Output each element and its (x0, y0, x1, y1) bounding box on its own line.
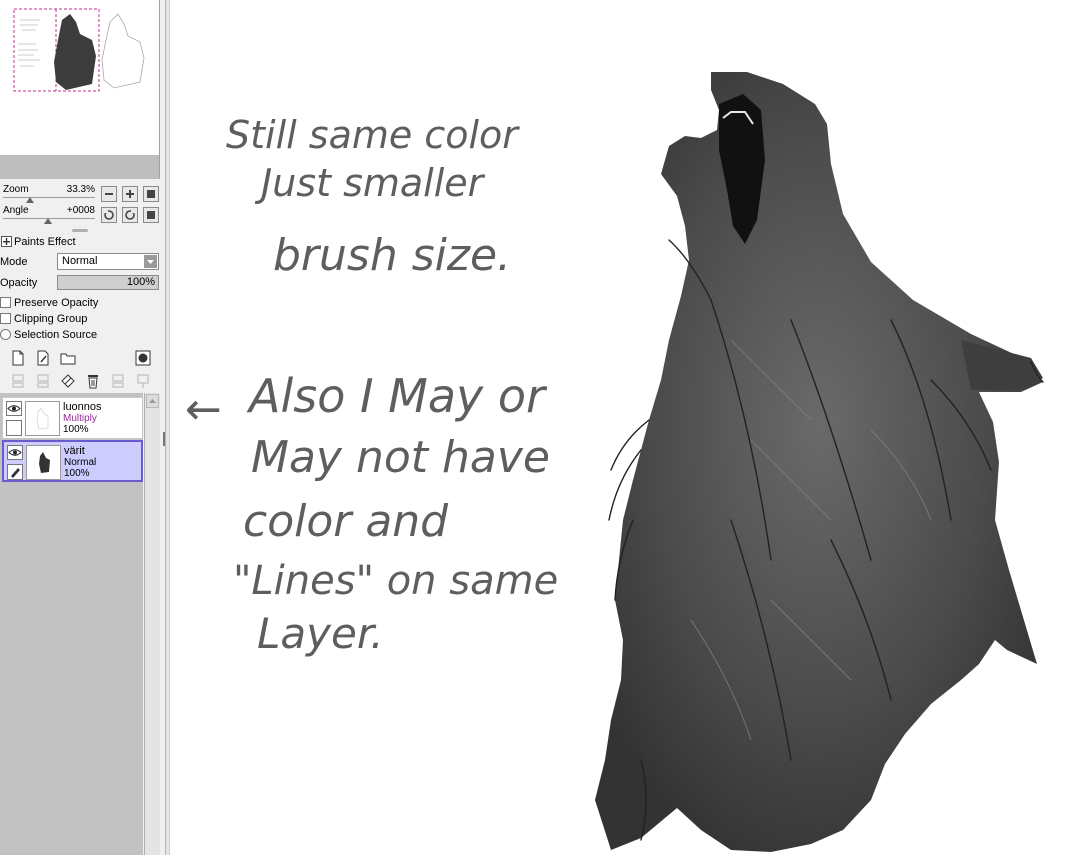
scroll-up-button[interactable] (146, 394, 159, 408)
preserve-opacity-label[interactable]: Preserve Opacity (14, 295, 98, 311)
layer-edit-toggle[interactable] (6, 420, 22, 436)
angle-slider[interactable]: Angle +0008 (0, 205, 98, 225)
opacity-value: 100% (126, 276, 155, 288)
eye-icon (7, 405, 21, 412)
note-line-4: Also I May or (246, 369, 548, 423)
zoom-in-button[interactable] (122, 186, 138, 202)
rotate-right-button[interactable] (122, 207, 138, 223)
angle-label: Angle (3, 205, 29, 216)
layer-list[interactable]: luonnos Multiply 100% värit Normal 100% (0, 393, 143, 855)
angle-reset-button[interactable] (143, 207, 159, 223)
merge-visible-icon (112, 374, 124, 388)
drawing-canvas[interactable]: Still same color Just smaller brush size… (171, 0, 1067, 855)
layer-blend-mode: Multiply (63, 413, 97, 424)
selection-source-radio[interactable] (0, 329, 11, 340)
merge-down-icon (37, 374, 49, 388)
zoom-value: 33.3% (66, 184, 95, 195)
blend-mode-select[interactable]: Normal (57, 253, 159, 270)
note-line-1: Still same color (226, 113, 520, 157)
layer-item-varit[interactable]: värit Normal 100% (2, 440, 143, 482)
paints-effect-label[interactable]: Paints Effect (14, 234, 76, 250)
layer-blend-mode: Normal (64, 457, 97, 468)
zoom-thumb[interactable] (26, 197, 34, 203)
plus-icon (126, 190, 134, 198)
note-line-2: Just smaller (254, 161, 486, 205)
layer-visibility-toggle[interactable] (7, 445, 23, 460)
mode-label: Mode (0, 256, 28, 268)
layer-edit-toggle[interactable] (7, 464, 23, 480)
new-folder-icon[interactable] (60, 351, 76, 365)
rotate-right-icon (125, 210, 135, 220)
new-linework-layer-icon[interactable] (35, 350, 51, 366)
layer-thumbnail (26, 445, 61, 480)
zoom-slider[interactable]: Zoom 33.3% (0, 184, 98, 204)
trash-icon[interactable] (85, 373, 101, 389)
rotate-left-icon (104, 210, 114, 220)
square-icon (147, 190, 155, 198)
clear-layer-icon[interactable] (60, 373, 76, 389)
opacity-label: Opacity (0, 277, 38, 289)
note-line-5: May not have (251, 432, 550, 483)
chevron-down-icon[interactable] (144, 255, 157, 268)
layer-item-luonnos[interactable]: luonnos Multiply 100% (2, 397, 143, 439)
wolf-illustration (595, 72, 1044, 852)
layer-thumbnail (25, 401, 60, 436)
panel-splitter[interactable] (72, 229, 88, 232)
note-line-3: brush size. (273, 230, 511, 281)
angle-thumb[interactable] (44, 218, 52, 224)
layer-opacity: 100% (64, 468, 90, 479)
layer-name: luonnos (63, 401, 102, 413)
panel-divider[interactable] (165, 0, 170, 855)
apply-mask-icon (137, 374, 149, 388)
preserve-opacity-checkbox[interactable] (0, 297, 11, 308)
layer-mask-icon[interactable] (135, 350, 151, 366)
transfer-down-icon (12, 374, 24, 388)
blend-mode-value: Normal (62, 255, 98, 267)
layer-list-scrollbar[interactable] (144, 393, 160, 855)
square-icon (147, 211, 155, 219)
expand-plus-icon[interactable] (1, 236, 12, 247)
note-line-8: Layer. (257, 609, 384, 658)
navigator-thumbnail[interactable] (0, 0, 159, 155)
layer-name: värit (64, 445, 85, 457)
navigator-preview[interactable] (0, 0, 160, 155)
chevron-up-icon (149, 399, 156, 403)
layer-opacity: 100% (63, 424, 89, 435)
tool-panel: Zoom 33.3% Angle +0008 Paints Effect Mod… (0, 0, 165, 855)
zoom-reset-button[interactable] (143, 186, 159, 202)
angle-value: +0008 (66, 205, 95, 216)
artwork: Still same color Just smaller brush size… (185, 72, 1044, 852)
navigator-bottom-bar (0, 155, 160, 179)
layer-visibility-toggle[interactable] (6, 401, 22, 416)
zoom-out-button[interactable] (101, 186, 117, 202)
zoom-label: Zoom (3, 184, 29, 195)
pencil-icon (11, 468, 20, 478)
eye-icon (8, 449, 22, 456)
note-line-6: color and (243, 496, 449, 547)
rotate-left-button[interactable] (101, 207, 117, 223)
opacity-slider[interactable]: 100% (57, 275, 159, 290)
note-line-7: "Lines" on same (233, 558, 558, 604)
selection-source-label[interactable]: Selection Source (14, 327, 97, 343)
minus-icon (105, 193, 113, 195)
zoom-track[interactable] (3, 197, 95, 198)
clipping-group-label[interactable]: Clipping Group (14, 311, 87, 327)
arrow-glyph: ← (185, 384, 222, 435)
new-layer-icon[interactable] (10, 350, 26, 366)
clipping-group-checkbox[interactable] (0, 313, 11, 324)
